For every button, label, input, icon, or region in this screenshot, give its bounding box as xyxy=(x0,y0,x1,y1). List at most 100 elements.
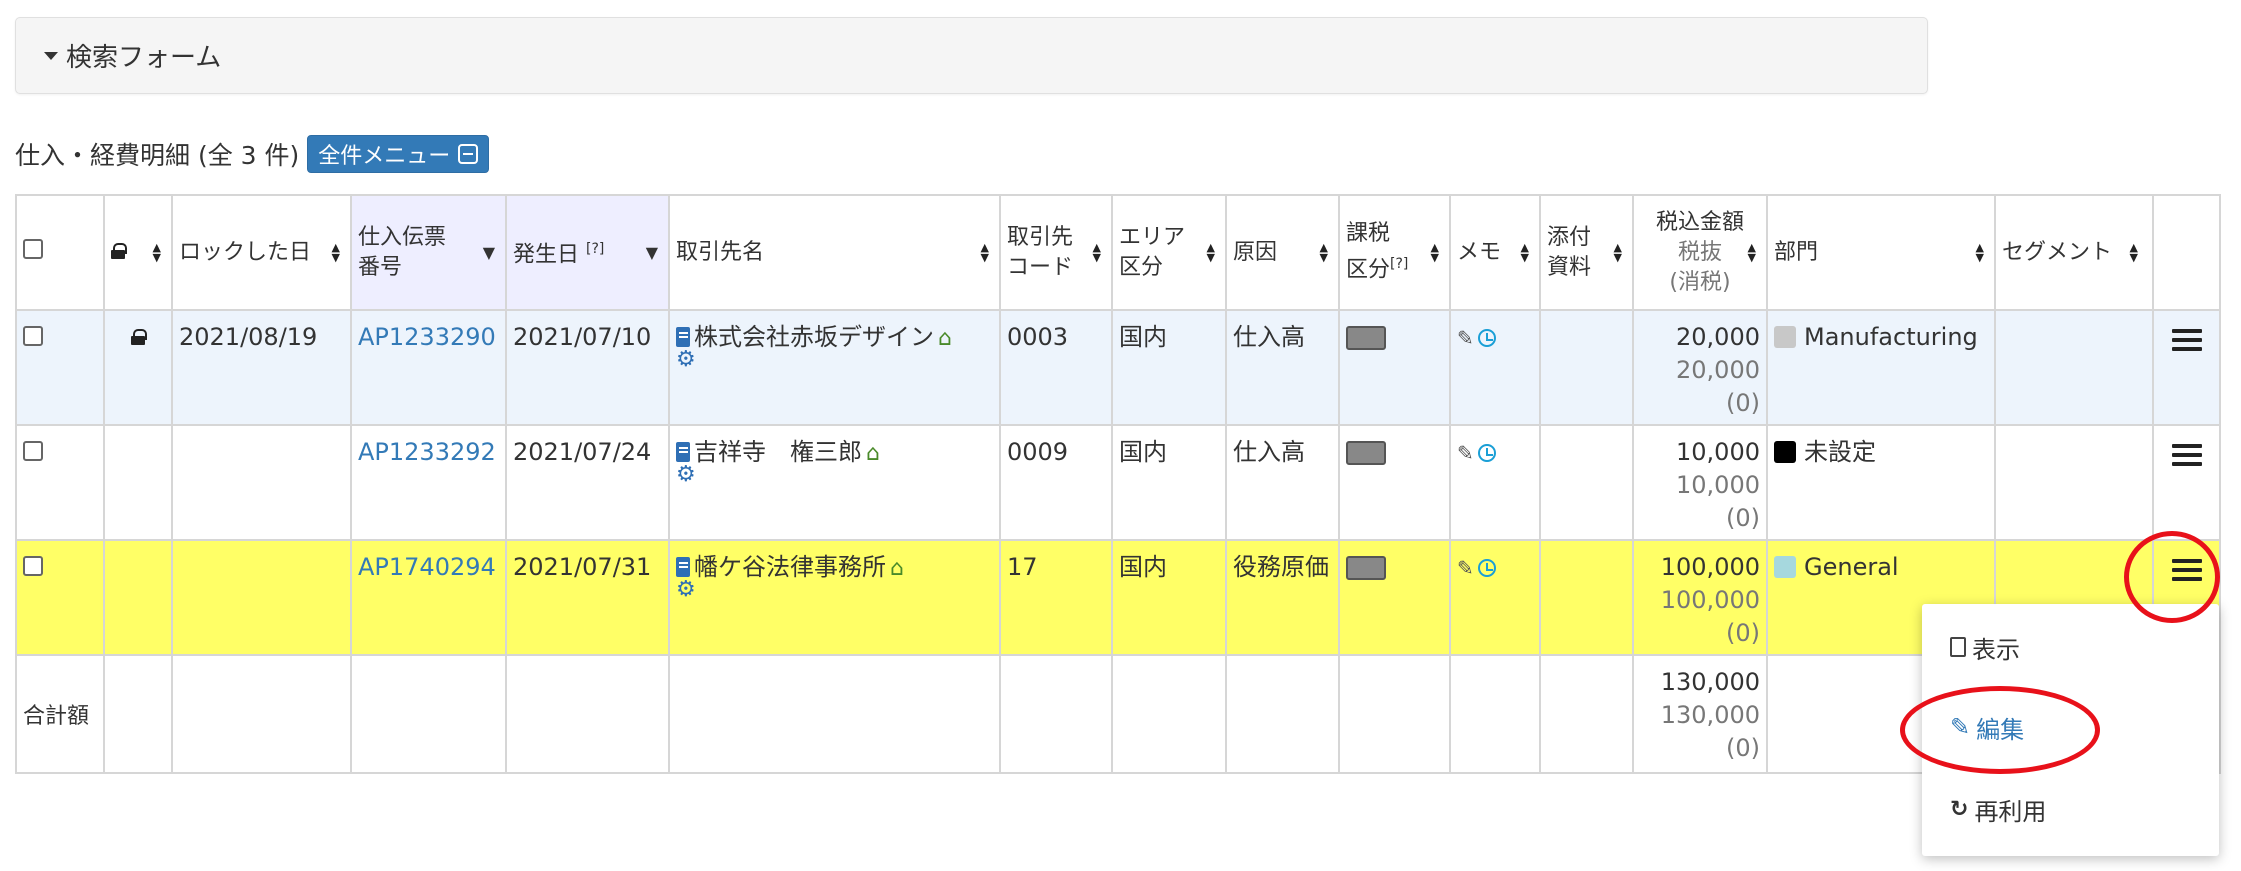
tax-cell xyxy=(1338,424,1451,541)
partner-code-header[interactable]: 取引先 コード xyxy=(999,194,1113,311)
date-header[interactable]: 発生日 [?] ▼ xyxy=(505,194,670,311)
lock-icon xyxy=(131,329,147,345)
area-cell: 国内 xyxy=(1111,309,1227,426)
segment-cell xyxy=(1994,309,2154,426)
attach-header[interactable]: 添付 資料 xyxy=(1539,194,1634,311)
table-row: AP1233292 2021/07/24 吉祥寺 権三郎 ⌂ ⚙ 0009 国内 仕… xyxy=(15,424,2221,541)
row-select xyxy=(15,424,105,541)
area-cell: 国内 xyxy=(1111,539,1227,656)
attach-cell xyxy=(1539,424,1634,541)
home-icon[interactable]: ⌂ xyxy=(938,326,952,351)
locked-date-cell xyxy=(171,539,352,656)
tax-header[interactable]: 課税 区分[?] xyxy=(1338,194,1451,311)
memo-cell: ✎ xyxy=(1449,424,1541,541)
tax-cell xyxy=(1338,309,1451,426)
slip-no-link[interactable]: AP1233292 xyxy=(350,424,507,541)
caret-down-icon xyxy=(44,51,58,60)
book-icon[interactable] xyxy=(676,557,690,577)
list-title: 仕入・経費明細 (全 3 件) xyxy=(15,141,300,170)
sort-icon xyxy=(1431,243,1439,263)
select-all-checkbox[interactable] xyxy=(23,238,43,259)
sort-desc-icon: ▼ xyxy=(645,242,658,262)
date-cell: 2021/07/31 xyxy=(505,539,670,656)
row-menu-icon[interactable] xyxy=(2171,444,2202,466)
edit-memo-icon[interactable]: ✎ xyxy=(1457,326,1474,350)
locked-date-header[interactable]: ロックした日 xyxy=(171,194,352,311)
all-menu-button[interactable]: 全件メニュー xyxy=(307,135,490,173)
row-menu-icon[interactable] xyxy=(2171,329,2202,351)
memo-cell: ✎ xyxy=(1449,309,1541,426)
menu-cell xyxy=(2152,309,2221,426)
segment-header[interactable]: セグメント xyxy=(1994,194,2154,311)
area-header[interactable]: エリア 区分 xyxy=(1111,194,1227,311)
slip-no-link[interactable]: AP1740294 xyxy=(350,539,507,656)
lock-cell xyxy=(103,539,173,656)
row-checkbox[interactable] xyxy=(23,326,43,346)
sort-icon xyxy=(1521,243,1529,263)
gear-icon[interactable]: ⚙ xyxy=(676,464,993,486)
amount-header[interactable]: 税込金額 税抜 (消税) xyxy=(1632,194,1768,311)
sort-desc-icon: ▼ xyxy=(482,242,495,262)
search-form-toggle[interactable]: 検索フォーム xyxy=(15,17,1928,94)
area-cell: 国内 xyxy=(1111,424,1227,541)
minus-square-icon xyxy=(458,144,479,164)
lock-cell xyxy=(103,309,173,426)
partner-code-cell: 0003 xyxy=(999,309,1113,426)
list-header: 仕入・経費明細 (全 3 件) 全件メニュー xyxy=(15,134,490,174)
slip-no-header[interactable]: 仕入伝票 番号 ▼ xyxy=(350,194,507,311)
row-menu-icon[interactable] xyxy=(2171,559,2202,581)
edit-memo-icon[interactable]: ✎ xyxy=(1457,441,1474,465)
table-row: 2021/08/19 AP1233290 2021/07/10 株式会社赤坂デザ… xyxy=(15,309,2221,426)
partner-cell: 幡ケ谷法律事務所 ⌂ ⚙ xyxy=(668,539,1001,656)
dept-header[interactable]: 部門 xyxy=(1766,194,1996,311)
edit-memo-icon[interactable]: ✎ xyxy=(1457,556,1474,580)
attach-cell xyxy=(1539,539,1634,656)
clock-icon[interactable] xyxy=(1477,444,1496,462)
memo-header[interactable]: メモ xyxy=(1449,194,1541,311)
tax-badge xyxy=(1346,326,1386,350)
file-icon xyxy=(1950,637,1966,657)
row-checkbox[interactable] xyxy=(23,556,43,576)
partner-header[interactable]: 取引先名 xyxy=(668,194,1001,311)
home-icon[interactable]: ⌂ xyxy=(866,441,880,466)
partner-code-cell: 17 xyxy=(999,539,1113,656)
dept-cell: 未設定 xyxy=(1766,424,1996,541)
home-icon[interactable]: ⌂ xyxy=(890,556,904,581)
segment-cell xyxy=(1994,424,2154,541)
clock-icon[interactable] xyxy=(1477,559,1496,577)
date-help-link[interactable]: [?] xyxy=(586,241,604,257)
tax-help-link[interactable]: [?] xyxy=(1390,256,1408,272)
attach-cell xyxy=(1539,309,1634,426)
partner-cell: 株式会社赤坂デザイン ⌂ ⚙ xyxy=(668,309,1001,426)
amount-cell: 100,000 100,000 (0) xyxy=(1632,539,1768,656)
menu-item-edit[interactable]: ✎ 編集 xyxy=(1950,707,2024,747)
book-icon[interactable] xyxy=(676,442,690,462)
sort-icon xyxy=(1614,243,1622,263)
gear-icon[interactable]: ⚙ xyxy=(676,579,993,601)
row-select xyxy=(15,539,105,656)
table-row: AP1740294 2021/07/31 幡ケ谷法律事務所 ⌂ ⚙ 17 国内 役務… xyxy=(15,539,2221,656)
sort-icon xyxy=(1748,243,1756,263)
dept-color-swatch xyxy=(1774,326,1796,348)
sort-icon xyxy=(153,243,161,263)
tax-badge xyxy=(1346,556,1386,580)
row-action-menu: 表示 ✎ 編集 ↻ 再利用 xyxy=(1922,604,2219,856)
memo-cell: ✎ xyxy=(1449,539,1541,656)
menu-item-view[interactable]: 表示 xyxy=(1950,627,2020,667)
lock-column-header[interactable] xyxy=(103,194,173,311)
slip-no-link[interactable]: AP1233290 xyxy=(350,309,507,426)
cause-cell: 仕入高 xyxy=(1225,424,1340,541)
gear-icon[interactable]: ⚙ xyxy=(676,349,993,371)
menu-item-reuse[interactable]: ↻ 再利用 xyxy=(1950,789,2046,829)
sort-icon xyxy=(1320,243,1328,263)
partner-code-cell: 0009 xyxy=(999,424,1113,541)
book-icon[interactable] xyxy=(676,327,690,347)
cause-header[interactable]: 原因 xyxy=(1225,194,1340,311)
clock-icon[interactable] xyxy=(1477,329,1496,347)
date-cell: 2021/07/10 xyxy=(505,309,670,426)
date-cell: 2021/07/24 xyxy=(505,424,670,541)
menu-cell xyxy=(2152,424,2221,541)
row-checkbox[interactable] xyxy=(23,441,43,461)
tax-cell xyxy=(1338,539,1451,656)
cause-cell: 役務原価 xyxy=(1225,539,1340,656)
